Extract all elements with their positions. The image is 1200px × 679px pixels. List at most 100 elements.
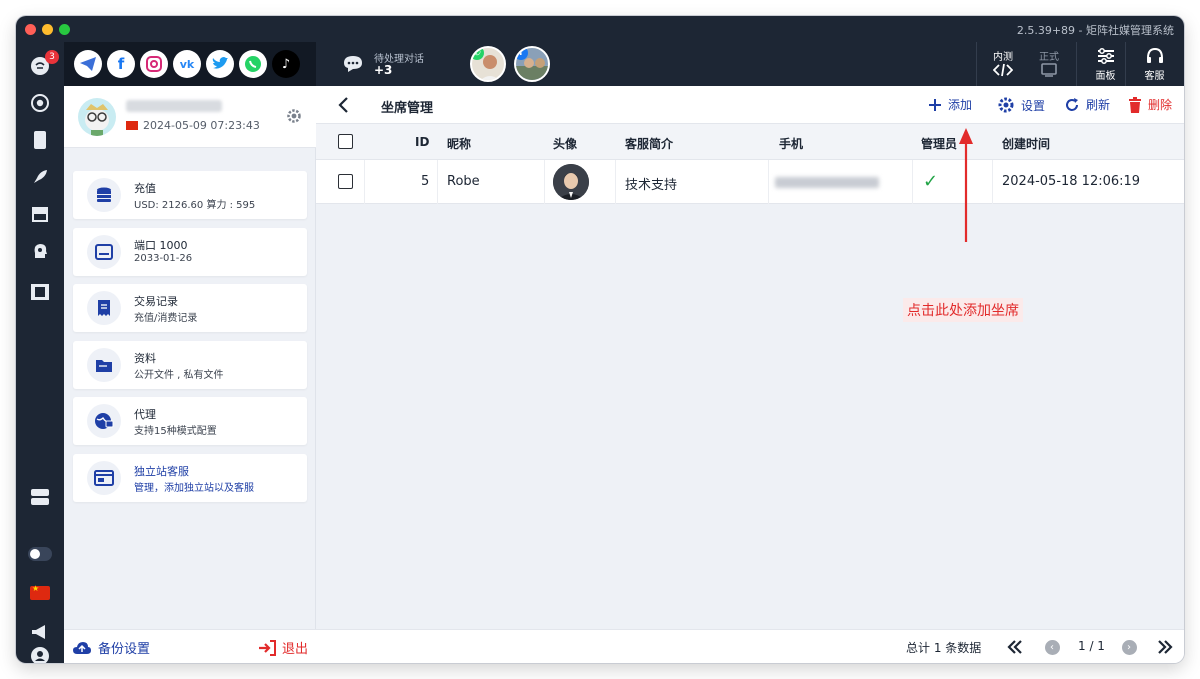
chrome-icon[interactable]	[28, 91, 52, 115]
pending-chat-icon	[344, 56, 362, 72]
gear-icon	[998, 97, 1014, 113]
instagram-icon[interactable]	[140, 50, 168, 78]
whatsapp-badge-icon: ✆	[472, 48, 484, 60]
rocket-icon[interactable]	[28, 165, 52, 189]
table-row[interactable]: 5 Robe 技术支持 ✓ 2024-05-18 12:06:19	[316, 160, 1184, 204]
port-card[interactable]: 端口 1000 2033-01-26	[73, 228, 307, 276]
user-icon[interactable]	[28, 644, 52, 663]
logout-button[interactable]: 退出	[258, 638, 308, 657]
settings-button[interactable]: 设置	[997, 96, 1045, 114]
china-flag-icon	[126, 121, 138, 130]
next-page-button[interactable]: ›	[1120, 638, 1138, 656]
env-test[interactable]: 内测	[983, 48, 1023, 80]
port-icon	[87, 235, 121, 269]
coins-icon	[87, 178, 121, 212]
profile-date: 2024-05-09 07:23:43	[126, 119, 260, 132]
refresh-icon	[1066, 97, 1078, 111]
refresh-button[interactable]: 刷新	[1064, 96, 1110, 113]
profile-avatar[interactable]	[78, 98, 116, 136]
cell-id: 5	[421, 174, 430, 189]
tiktok-icon[interactable]: ♪	[272, 50, 300, 78]
pagination-bar: 总计 1 条数据 ‹ 1 / 1 ›	[316, 629, 1184, 663]
transactions-card[interactable]: 交易记录 充值/消费记录	[73, 284, 307, 332]
theme-toggle[interactable]	[28, 547, 52, 561]
environment-switch[interactable]: 内测 正式	[976, 42, 1076, 86]
page-indicator: 1 / 1	[1078, 639, 1105, 653]
app-window: 2.5.39+89 - 矩阵社媒管理系统 3 ★ f vk ♪ 待处理对话 +3…	[16, 16, 1184, 663]
logout-icon	[258, 639, 276, 656]
folder-icon	[87, 348, 121, 382]
window-title: 2.5.39+89 - 矩阵社媒管理系统	[1016, 24, 1174, 37]
ai-head-icon[interactable]	[28, 239, 52, 263]
first-page-button[interactable]	[1006, 638, 1024, 656]
col-id: ID	[415, 135, 430, 149]
headset-icon	[1146, 47, 1163, 63]
profile-name-redacted	[126, 100, 222, 112]
add-seat-button[interactable]: 添加	[928, 96, 972, 113]
proxy-card[interactable]: 代理 支持15种模式配置	[73, 397, 307, 445]
social-platform-strip: f vk ♪	[64, 42, 316, 86]
page-header: 坐席管理 添加 设置 刷新 删除	[316, 86, 1184, 124]
close-window-button[interactable]	[25, 24, 36, 35]
account-panel: 2024-05-09 07:23:43 充值 USD: 2126.60 算力 :…	[64, 86, 316, 663]
china-flag-icon[interactable]	[30, 584, 50, 600]
annotation-arrow	[959, 128, 973, 242]
col-created: 创建时间	[1002, 137, 1051, 151]
left-rail: 3	[16, 42, 64, 663]
env-prod[interactable]: 正式	[1029, 48, 1069, 80]
website-support-card[interactable]: 独立站客服 管理，添加独立站以及客服	[73, 454, 307, 502]
double-chevron-left-icon	[1007, 640, 1022, 654]
admin-check-icon: ✓	[923, 171, 939, 192]
backup-settings-button[interactable]: 备份设置	[72, 638, 150, 657]
files-card[interactable]: 资料 公开文件 , 私有文件	[73, 341, 307, 389]
select-all-checkbox[interactable]	[338, 134, 353, 149]
table-header: ID 昵称 头像 客服简介 手机 管理员 创建时间	[316, 124, 1184, 160]
prev-page-button[interactable]: ‹	[1043, 638, 1061, 656]
facebook-badge-icon: f	[516, 48, 528, 60]
last-page-button[interactable]	[1156, 638, 1174, 656]
facebook-icon[interactable]: f	[107, 50, 135, 78]
chevron-right-icon: ›	[1121, 639, 1137, 655]
monitor-icon	[1041, 63, 1057, 77]
unread-badge: 3	[45, 50, 59, 64]
store-icon[interactable]	[28, 202, 52, 226]
twitter-icon[interactable]	[206, 50, 234, 78]
gear-icon[interactable]	[286, 108, 302, 124]
row-checkbox[interactable]	[338, 174, 353, 189]
maximize-window-button[interactable]	[59, 24, 70, 35]
phone-icon[interactable]	[28, 128, 52, 152]
col-admin: 管理员	[921, 137, 958, 151]
back-arrow-icon[interactable]	[334, 95, 354, 115]
telegram-icon[interactable]	[74, 50, 102, 78]
seat-avatar	[553, 164, 589, 200]
col-intro: 客服简介	[625, 137, 674, 151]
delete-button[interactable]: 删除	[1128, 96, 1172, 113]
megaphone-icon[interactable]	[28, 620, 52, 644]
server-icon[interactable]	[28, 485, 52, 509]
cloud-upload-icon	[73, 641, 91, 654]
support-button[interactable]: 客服	[1125, 42, 1183, 86]
page-title: 坐席管理	[381, 101, 434, 116]
cell-nickname: Robe	[447, 174, 480, 189]
trash-icon	[1129, 96, 1141, 113]
chevron-left-icon: ‹	[1044, 639, 1060, 655]
sliders-icon	[1097, 47, 1114, 64]
total-count: 总计 1 条数据	[906, 641, 982, 655]
pending-avatar-whatsapp[interactable]: ✆	[470, 46, 506, 82]
double-chevron-right-icon	[1158, 640, 1173, 654]
whatsapp-icon[interactable]	[239, 50, 267, 78]
seat-management-view: 坐席管理 添加 设置 刷新 删除 ID 昵称 头像 客服简介 手机 管理员 创建…	[316, 86, 1184, 663]
film-icon[interactable]	[28, 280, 52, 304]
cell-created: 2024-05-18 12:06:19	[1002, 174, 1141, 189]
globe-lock-icon	[87, 404, 121, 438]
website-icon	[87, 461, 121, 495]
col-nickname: 昵称	[447, 137, 472, 151]
minimize-window-button[interactable]	[42, 24, 53, 35]
pending-count: +3	[374, 63, 393, 77]
profile-header: 2024-05-09 07:23:43	[64, 86, 316, 148]
recharge-card[interactable]: 充值 USD: 2126.60 算力 : 595	[73, 171, 307, 219]
pending-avatar-facebook[interactable]: f	[514, 46, 550, 82]
top-bar: f vk ♪ 待处理对话 +3 ✆ f 内测 正式 面板 客服	[64, 42, 1184, 86]
receipt-icon	[87, 291, 121, 325]
vk-icon[interactable]: vk	[173, 50, 201, 78]
